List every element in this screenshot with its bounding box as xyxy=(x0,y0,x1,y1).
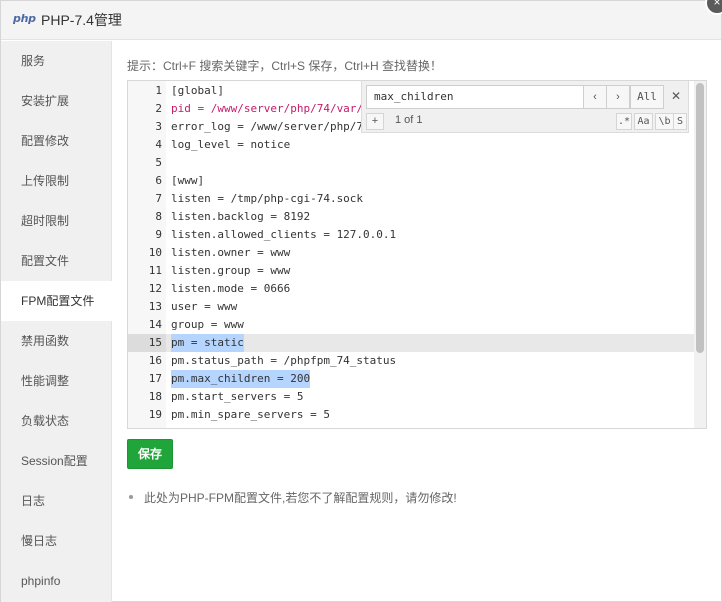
code-line[interactable]: 14 group = www xyxy=(128,316,706,334)
line-number: 6 xyxy=(155,174,162,187)
line-text-selected: pm.max_children = 200 xyxy=(171,370,311,388)
code-line[interactable]: 7 listen = /tmp/php-cgi-74.sock xyxy=(128,190,706,208)
shortcut-tip: 提示：Ctrl+F 搜索关键字，Ctrl+S 保存，Ctrl+H 查找替换！ xyxy=(127,59,443,73)
code-line[interactable]: 16 pm.status_path = /phpfpm_74_status xyxy=(128,352,706,370)
sidebar-item-service[interactable]: 服务 xyxy=(1,41,111,81)
line-text: [www] xyxy=(171,174,205,187)
sidebar-item-log[interactable]: 日志 xyxy=(1,481,111,521)
code-line[interactable]: 8 listen.backlog = 8192 xyxy=(128,208,706,226)
line-text: listen.mode = 0666 xyxy=(171,282,291,295)
code-line[interactable]: 19 pm.min_spare_servers = 5 xyxy=(128,406,706,424)
line-text: log_level = notice xyxy=(171,138,291,151)
help-notes: 此处为PHP-FPM配置文件,若您不了解配置规则，请勿修改! xyxy=(127,489,457,506)
line-number: 10 xyxy=(148,246,162,259)
line-number: 13 xyxy=(148,300,162,313)
code-line[interactable]: 5 xyxy=(128,154,706,172)
line-text: [global] xyxy=(171,84,224,97)
line-number: 19 xyxy=(148,408,162,421)
code-line[interactable]: 10 listen.owner = www xyxy=(128,244,706,262)
sidebar-item-disabled-functions[interactable]: 禁用函数 xyxy=(1,321,111,361)
line-text: pm.status_path = /phpfpm_74_status xyxy=(171,354,397,367)
line-text: pm.min_spare_servers = 5 xyxy=(171,408,330,421)
sidebar-item-load-status[interactable]: 负载状态 xyxy=(1,401,111,441)
sidebar-item-session-config[interactable]: Session配置 xyxy=(1,441,111,481)
line-number: 9 xyxy=(155,228,162,241)
line-number: 7 xyxy=(155,192,162,205)
sidebar-item-timeout-limit[interactable]: 超时限制 xyxy=(1,201,111,241)
help-note: 此处为PHP-FPM配置文件,若您不了解配置规则，请勿修改! xyxy=(127,489,457,506)
dialog-titlebar: php PHP-7.4管理 xyxy=(1,1,721,40)
line-text: pid = /www/server/php/74/var/ xyxy=(171,102,364,115)
line-text: listen = /tmp/php-cgi-74.sock xyxy=(171,192,364,205)
line-number: 5 xyxy=(155,156,162,169)
line-text: group = www xyxy=(171,318,244,331)
code-line[interactable]: 12 listen.mode = 0666 xyxy=(128,280,706,298)
sidebar-item-phpinfo[interactable]: phpinfo xyxy=(1,561,111,601)
line-number: 16 xyxy=(148,354,162,367)
line-text: listen.allowed_clients = 127.0.0.1 xyxy=(171,228,397,241)
line-number: 14 xyxy=(148,318,162,331)
code-line[interactable]: 13 user = www xyxy=(128,298,706,316)
regex-option-toggle[interactable]: .* xyxy=(616,113,632,130)
line-text-selected: pm = static xyxy=(171,334,244,352)
code-line[interactable]: 4 log_level = notice xyxy=(128,136,706,154)
dialog-title: PHP-7.4管理 xyxy=(41,12,122,28)
whole-word-toggle[interactable]: \b xyxy=(655,113,674,130)
editor-scrollbar[interactable] xyxy=(694,81,706,428)
line-text: listen.owner = www xyxy=(171,246,291,259)
sidebar-item-install-extensions[interactable]: 安装扩展 xyxy=(1,81,111,121)
close-search-icon[interactable]: ✕ xyxy=(667,85,685,109)
line-text: user = www xyxy=(171,300,238,313)
line-number: 18 xyxy=(148,390,162,403)
case-sensitive-toggle[interactable]: Aa xyxy=(634,113,653,130)
code-line[interactable]: 9 listen.allowed_clients = 127.0.0.1 xyxy=(128,226,706,244)
code-line[interactable]: 18 pm.start_servers = 5 xyxy=(128,388,706,406)
sidebar-item-upload-limit[interactable]: 上传限制 xyxy=(1,161,111,201)
sidebar-item-slow-log[interactable]: 慢日志 xyxy=(1,521,111,561)
sidebar-item-performance[interactable]: 性能调整 xyxy=(1,361,111,401)
match-counter: 1 of 1 xyxy=(395,114,423,126)
line-number: 4 xyxy=(155,138,162,151)
line-text: listen.backlog = 8192 xyxy=(171,210,311,223)
line-text: listen.group = www xyxy=(171,264,291,277)
sidebar-item-fpm-config[interactable]: FPM配置文件 xyxy=(1,281,112,321)
line-number: 12 xyxy=(148,282,162,295)
line-text: pm.start_servers = 5 xyxy=(171,390,304,403)
toggle-replace-button[interactable]: + xyxy=(366,113,384,130)
php-logo-icon: php xyxy=(13,12,36,25)
line-text: error_log = /www/server/php/7 xyxy=(171,120,364,133)
line-number: 15 xyxy=(128,334,166,352)
find-previous-button[interactable]: ‹ xyxy=(583,85,607,109)
code-editor[interactable]: 1 [global] 2 pid = /www/server/php/74/var/… xyxy=(127,80,707,429)
line-number: 11 xyxy=(148,264,162,277)
code-line-current[interactable]: 15 pm = static xyxy=(128,334,706,352)
search-input[interactable]: max_children xyxy=(366,85,584,109)
code-line[interactable]: 11 listen.group = www xyxy=(128,262,706,280)
line-number: 1 xyxy=(155,84,162,97)
sidebar-nav: 服务 安装扩展 配置修改 上传限制 超时限制 配置文件 FPM配置文件 禁用函数… xyxy=(1,41,112,602)
line-number: 2 xyxy=(155,102,162,115)
sidebar-item-config-modify[interactable]: 配置修改 xyxy=(1,121,111,161)
main-content: 提示：Ctrl+F 搜索关键字，Ctrl+S 保存，Ctrl+H 查找替换！ 1… xyxy=(113,41,721,601)
find-next-button[interactable]: › xyxy=(606,85,630,109)
save-button[interactable]: 保存 xyxy=(127,439,173,469)
search-in-selection-toggle[interactable]: S xyxy=(673,113,687,130)
sidebar-item-config-file[interactable]: 配置文件 xyxy=(1,241,111,281)
php-manager-dialog: php PHP-7.4管理 × 服务 安装扩展 配置修改 上传限制 超时限制 配… xyxy=(0,0,722,602)
search-panel: max_children ‹ › All ✕ + 1 of 1 .* Aa \b… xyxy=(361,81,689,133)
line-number: 3 xyxy=(155,120,162,133)
find-all-button[interactable]: All xyxy=(630,85,664,109)
code-line[interactable]: 17 pm.max_children = 200 xyxy=(128,370,706,388)
line-number: 17 xyxy=(148,372,162,385)
code-line[interactable]: 6 [www] xyxy=(128,172,706,190)
scrollbar-thumb[interactable] xyxy=(696,83,704,353)
line-number: 8 xyxy=(155,210,162,223)
